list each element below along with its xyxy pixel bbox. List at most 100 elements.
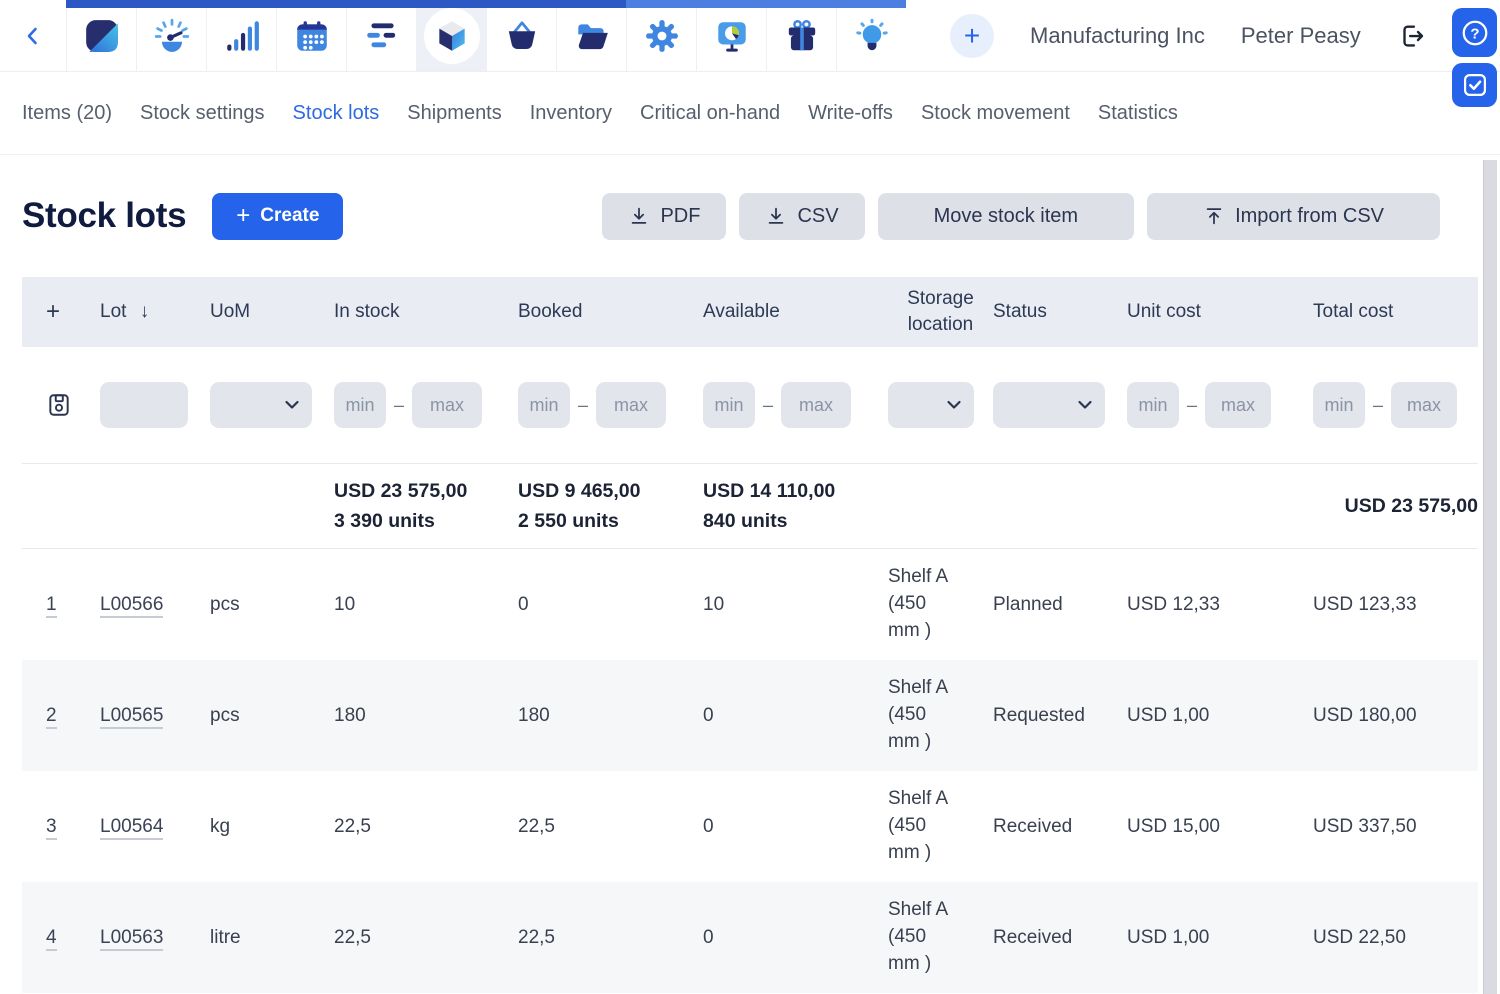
row-number-link[interactable]: 1 — [46, 594, 57, 618]
available-min-input[interactable] — [703, 382, 755, 428]
import-from-csv-button[interactable]: Import from CSV — [1147, 193, 1440, 240]
save-filter-button[interactable] — [46, 392, 100, 418]
unit-cost-min-input[interactable] — [1127, 382, 1179, 428]
booked-min-input[interactable] — [518, 382, 570, 428]
lot-link[interactable]: L00563 — [100, 927, 163, 951]
total-cost-min-input[interactable] — [1313, 382, 1365, 428]
cell-in-stock: 180 — [334, 705, 518, 727]
tab-stock-settings[interactable]: Stock settings — [140, 102, 265, 125]
in-stock-min-input[interactable] — [334, 382, 386, 428]
filter-row: – – – – – — [22, 347, 1478, 463]
cell-available: 10 — [703, 594, 888, 616]
plus-icon: + — [964, 20, 980, 52]
tab-stock-movement[interactable]: Stock movement — [921, 102, 1070, 125]
lot-link[interactable]: L00566 — [100, 594, 163, 618]
column-in-stock[interactable]: In stock — [334, 301, 518, 323]
gauge-icon — [153, 17, 191, 55]
storage-filter-select[interactable] — [888, 382, 974, 428]
cell-available: 0 — [703, 927, 888, 949]
collapse-sidebar-button[interactable] — [0, 0, 66, 71]
cell-uom: pcs — [210, 594, 334, 616]
available-max-input[interactable] — [781, 382, 851, 428]
column-status[interactable]: Status — [993, 301, 1127, 323]
cell-uom: pcs — [210, 705, 334, 727]
vertical-scrollbar[interactable] — [1483, 160, 1497, 994]
chevron-down-icon — [946, 399, 962, 411]
logout-icon — [1397, 21, 1427, 51]
quick-add-button[interactable]: + — [950, 14, 994, 58]
floppy-disk-icon — [46, 392, 72, 418]
row-number-link[interactable]: 2 — [46, 705, 57, 729]
svg-text:?: ? — [1470, 25, 1479, 42]
tasks-button[interactable] — [1452, 63, 1497, 107]
cell-in-stock: 22,5 — [334, 816, 518, 838]
column-storage-location[interactable]: Storage location — [888, 286, 993, 337]
app-icon-demo[interactable] — [696, 0, 766, 71]
tab-write-offs[interactable]: Write-offs — [808, 102, 893, 125]
cell-in-stock: 22,5 — [334, 927, 518, 949]
cell-storage-location: Shelf A (450 mm ) — [888, 897, 956, 978]
lot-link[interactable]: L00565 — [100, 705, 163, 729]
user-name[interactable]: Peter Peasy — [1241, 23, 1361, 49]
presentation-icon — [713, 17, 751, 55]
status-filter-select[interactable] — [993, 382, 1105, 428]
section-tabs: Items (20) Stock settings Stock lots Shi… — [0, 72, 1500, 155]
unit-cost-max-input[interactable] — [1205, 382, 1271, 428]
help-button[interactable]: ? — [1452, 8, 1497, 57]
summary-in-stock: USD 23 575,00 3 390 units — [334, 476, 518, 536]
row-number-link[interactable]: 3 — [46, 816, 57, 840]
top-app-bar: + Manufacturing Inc Peter Peasy — [0, 0, 1500, 72]
row-number-link[interactable]: 4 — [46, 927, 57, 951]
csv-button[interactable]: CSV — [739, 193, 864, 240]
logo-icon — [83, 17, 121, 55]
add-column-button[interactable]: + — [22, 298, 100, 326]
tab-items[interactable]: Items (20) — [22, 102, 112, 125]
app-icon-logo[interactable] — [66, 0, 136, 71]
column-available[interactable]: Available — [703, 301, 888, 323]
cell-storage-location: Shelf A (450 mm ) — [888, 564, 956, 645]
move-stock-item-button[interactable]: Move stock item — [878, 193, 1134, 240]
create-button[interactable]: + Create — [212, 193, 343, 240]
column-lot[interactable]: Lot ↓ — [100, 301, 210, 323]
app-icon-stock[interactable] — [416, 0, 486, 71]
app-icon-production-plan[interactable] — [346, 0, 416, 71]
app-icon-settings[interactable] — [626, 0, 696, 71]
cell-status: Requested — [993, 705, 1127, 727]
tab-critical-on-hand[interactable]: Critical on-hand — [640, 102, 780, 125]
tab-stock-lots[interactable]: Stock lots — [293, 102, 380, 125]
lot-filter-input[interactable] — [100, 382, 188, 428]
app-icon-tips[interactable] — [836, 0, 906, 71]
app-icon-dashboard[interactable] — [136, 0, 206, 71]
app-icon-statistics[interactable] — [206, 0, 276, 71]
lot-link[interactable]: L00564 — [100, 816, 163, 840]
lightbulb-icon — [853, 17, 891, 55]
column-unit-cost[interactable]: Unit cost — [1127, 301, 1313, 323]
in-stock-max-input[interactable] — [412, 382, 482, 428]
total-cost-max-input[interactable] — [1391, 382, 1457, 428]
column-booked[interactable]: Booked — [518, 301, 703, 323]
cell-available: 0 — [703, 705, 888, 727]
app-icon-documents[interactable] — [556, 0, 626, 71]
cell-unit-cost: USD 15,00 — [1127, 816, 1313, 838]
column-uom[interactable]: UoM — [210, 301, 334, 323]
tab-shipments[interactable]: Shipments — [407, 102, 502, 125]
logout-button[interactable] — [1397, 21, 1427, 51]
app-icon-calendar[interactable] — [276, 0, 346, 71]
tab-inventory[interactable]: Inventory — [530, 102, 612, 125]
column-total-cost[interactable]: Total cost — [1313, 301, 1478, 323]
app-icon-procurement[interactable] — [486, 0, 556, 71]
booked-max-input[interactable] — [596, 382, 666, 428]
summary-row: USD 23 575,00 3 390 units USD 9 465,00 2… — [22, 463, 1478, 549]
company-name[interactable]: Manufacturing Inc — [1030, 23, 1205, 49]
app-icon-referral[interactable] — [766, 0, 836, 71]
pdf-button[interactable]: PDF — [602, 193, 726, 240]
tab-statistics[interactable]: Statistics — [1098, 102, 1178, 125]
cell-booked: 22,5 — [518, 927, 703, 949]
uom-filter-select[interactable] — [210, 382, 312, 428]
basket-icon — [503, 17, 541, 55]
bar-chart-icon — [223, 17, 261, 55]
gantt-icon — [363, 17, 401, 55]
cell-status: Received — [993, 927, 1127, 949]
summary-booked: USD 9 465,00 2 550 units — [518, 476, 703, 536]
table-row: 1 L00566 pcs 10 0 10 Shelf A (450 mm ) P… — [22, 549, 1478, 660]
